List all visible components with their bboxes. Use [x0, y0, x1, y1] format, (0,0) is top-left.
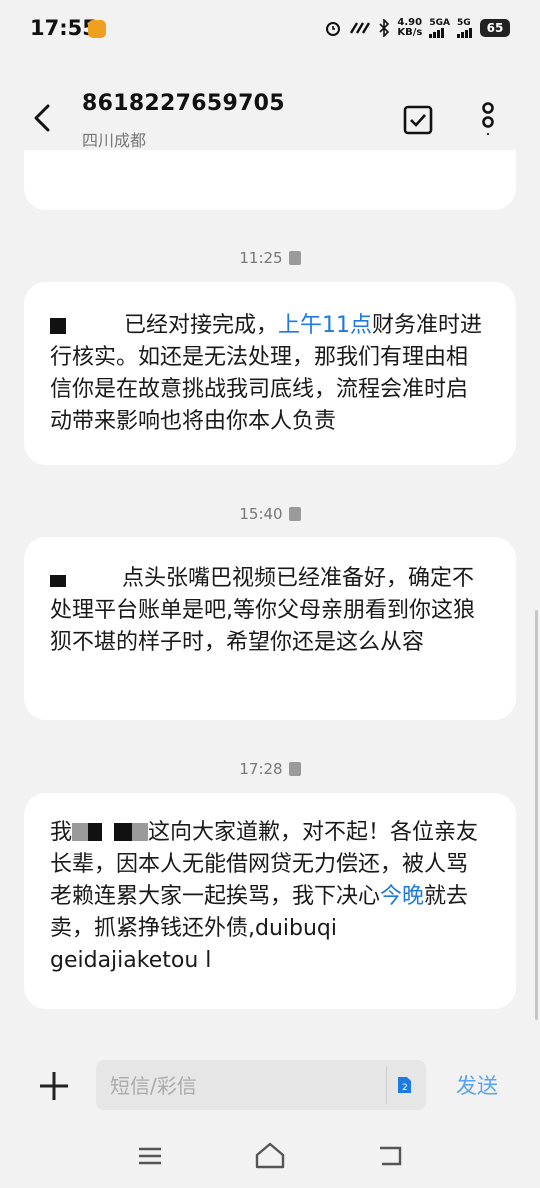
redacted-text: [132, 823, 149, 841]
back-nav-icon[interactable]: [376, 1142, 404, 1170]
sim-card-icon: [288, 251, 301, 265]
status-icons: 4.90 KB/s 5GA 5G 65: [324, 18, 510, 38]
system-nav-bar: [0, 1126, 540, 1188]
message-input-container: 2: [96, 1060, 426, 1112]
redacted-text: [72, 823, 89, 841]
redacted-text: [88, 823, 103, 841]
timestamp-text: 11:25: [239, 249, 283, 267]
sim-card-icon: [288, 507, 301, 521]
redacted-text: [50, 318, 66, 334]
menu-icon[interactable]: [136, 1142, 164, 1170]
redacted-text: [50, 575, 66, 587]
message-timestamp: 15:40: [0, 505, 540, 523]
message-bubble[interactable]: 已经对接完成，上午11点财务准时进行核实。如还是无法处理，那我们有理由相信你是在…: [24, 282, 516, 465]
alarm-icon: [326, 22, 341, 36]
svg-text:2: 2: [402, 1083, 408, 1093]
select-checkbox-icon[interactable]: [402, 104, 434, 136]
net-speed: 4.90 KB/s: [397, 18, 422, 38]
compose-bar: 2 发送: [0, 1046, 540, 1126]
sim-select-icon[interactable]: 2: [396, 1076, 412, 1094]
message-timestamp: 11:25: [0, 249, 540, 267]
contact-number: 8618227659705: [82, 91, 285, 116]
timestamp-text: 17:28: [239, 760, 283, 778]
message-text: 点头张嘴巴视频已经准备好，确定不处理平台账单是吧,等你父母亲朋看到你这狼狈不堪的…: [50, 566, 475, 655]
message-bubble-partial: [24, 150, 516, 210]
status-bar: 17:55 4.90 KB/s 5GA 5G 65: [0, 0, 540, 60]
back-arrow-icon[interactable]: [28, 98, 58, 138]
message-text: 我: [50, 820, 73, 845]
app-notification-icon: [88, 20, 106, 38]
timestamp-text: 15:40: [239, 505, 283, 523]
time-link[interactable]: 今晚: [380, 884, 424, 909]
message-input[interactable]: [108, 1060, 382, 1112]
send-button[interactable]: 发送: [456, 1070, 498, 1100]
bluetooth-icon: [379, 19, 390, 37]
status-time: 17:55: [30, 16, 97, 40]
sim2-signal: 5G: [457, 18, 473, 38]
net-speed-unit: KB/s: [397, 27, 423, 38]
nfc-icon: [350, 22, 371, 34]
message-text: 已经对接完成，: [124, 313, 279, 338]
contact-location: 四川成都: [82, 131, 147, 150]
sim1-signal: 5GA: [429, 18, 450, 38]
battery-indicator: 65: [480, 19, 510, 37]
time-link[interactable]: 上午11点: [278, 313, 372, 338]
message-bubble[interactable]: 点头张嘴巴视频已经准备好，确定不处理平台账单是吧,等你父母亲朋看到你这狼狈不堪的…: [24, 537, 516, 720]
sim2-label: 5G: [457, 18, 471, 28]
redacted-text: [114, 823, 133, 841]
input-divider: [386, 1066, 387, 1104]
more-options-icon[interactable]: [474, 100, 502, 140]
scrollbar[interactable]: [535, 610, 538, 1020]
add-attachment-icon[interactable]: [36, 1068, 72, 1104]
message-bubble[interactable]: 我这向大家道歉，对不起！各位亲友长辈，因本人无能借网贷无力偿还，被人骂老赖连累大…: [24, 793, 516, 1009]
home-icon[interactable]: [254, 1140, 286, 1170]
sim1-label: 5GA: [429, 18, 450, 28]
sim-card-icon: [288, 762, 301, 776]
message-timestamp: 17:28: [0, 760, 540, 778]
